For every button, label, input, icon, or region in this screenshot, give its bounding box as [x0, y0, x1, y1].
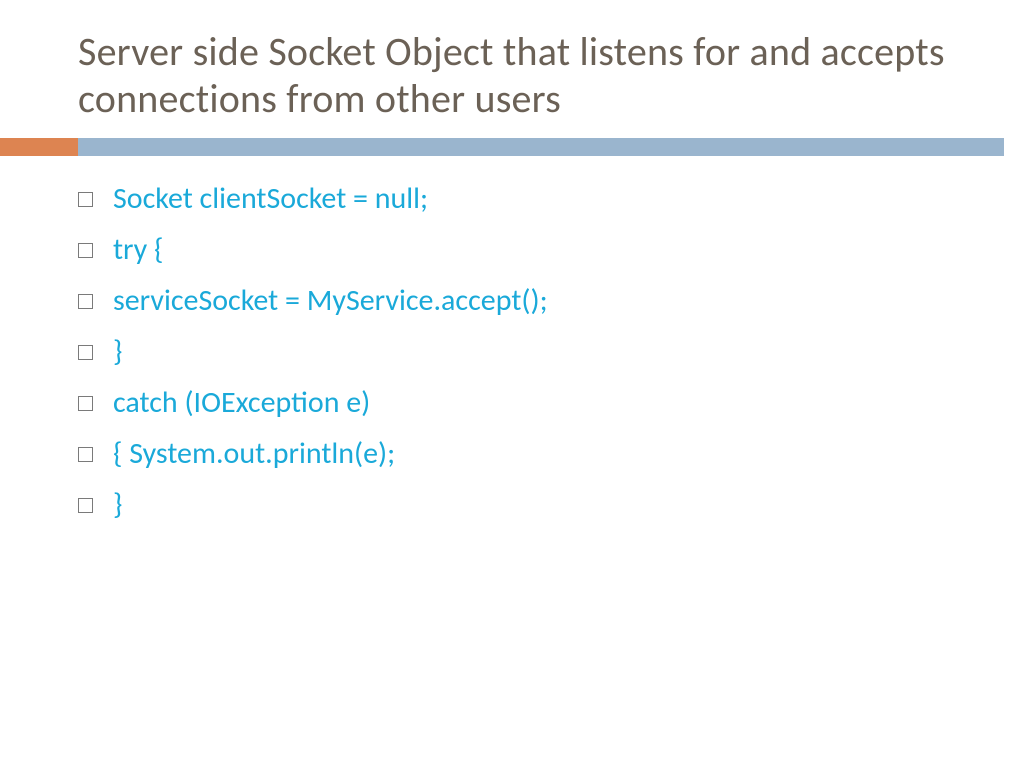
- code-line: }: [113, 335, 122, 368]
- list-item: }: [78, 335, 1024, 368]
- square-bullet-icon: [78, 243, 93, 258]
- code-line: { System.out.println(e);: [113, 437, 395, 470]
- list-item: try {: [78, 233, 1024, 266]
- code-line: catch (IOException e): [113, 386, 370, 419]
- square-bullet-icon: [78, 498, 93, 513]
- page-title: Server side Socket Object that listens f…: [78, 28, 1024, 122]
- square-bullet-icon: [78, 396, 93, 411]
- code-line: Socket clientSocket = null;: [113, 182, 428, 215]
- code-line: serviceSocket = MyService.accept();: [113, 284, 548, 317]
- list-item: }: [78, 488, 1024, 521]
- list-item: Socket clientSocket = null;: [78, 182, 1024, 215]
- list-item: serviceSocket = MyService.accept();: [78, 284, 1024, 317]
- list-item: catch (IOException e): [78, 386, 1024, 419]
- square-bullet-icon: [78, 345, 93, 360]
- accent-blue-block: [78, 138, 1004, 156]
- code-line: try {: [113, 233, 163, 266]
- square-bullet-icon: [78, 192, 93, 207]
- accent-bar: [0, 138, 1024, 156]
- accent-orange-block: [0, 138, 78, 156]
- list-item: { System.out.println(e);: [78, 437, 1024, 470]
- content-area: Socket clientSocket = null; try { servic…: [0, 156, 1024, 521]
- square-bullet-icon: [78, 447, 93, 462]
- square-bullet-icon: [78, 294, 93, 309]
- title-area: Server side Socket Object that listens f…: [0, 0, 1024, 132]
- code-line: }: [113, 488, 122, 521]
